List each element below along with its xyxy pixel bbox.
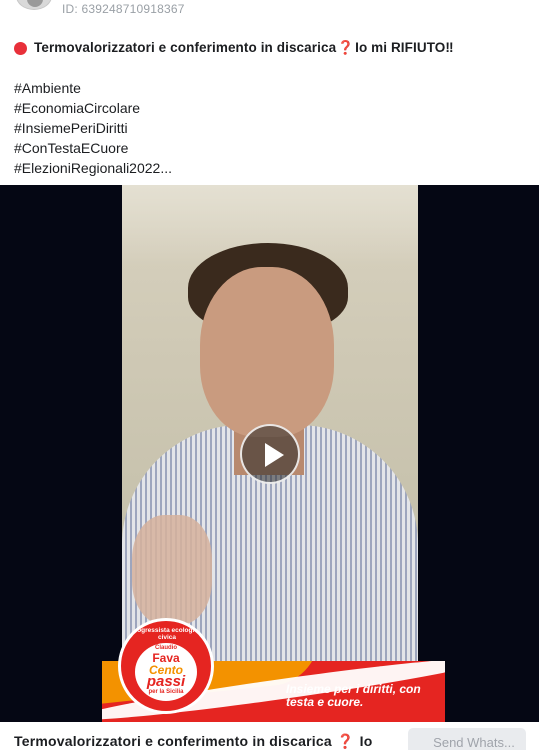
logo-passi: passi: [146, 673, 186, 690]
video-person-hand: [132, 515, 212, 625]
post-title-suffix: Io mi RIFIUTO‼: [355, 40, 454, 55]
hashtag-con-testa-e-cuore[interactable]: #ConTestaECuore: [14, 138, 529, 158]
bottom-title-text: Termovalorizzatori e conferimento in dis…: [14, 733, 332, 749]
post-title: Termovalorizzatori e conferimento in dis…: [14, 38, 529, 58]
question-mark-icon: ❓: [336, 733, 355, 749]
avatar[interactable]: [16, 0, 52, 10]
logo-arc-text: Progressista ecologista civica: [130, 627, 204, 641]
logo-sicilia: per la Sicilia: [148, 689, 184, 695]
red-circle-icon: [14, 41, 27, 55]
hashtag-ambiente[interactable]: #Ambiente: [14, 78, 529, 98]
post-title-text: Termovalorizzatori e conferimento in dis…: [34, 40, 337, 55]
bottom-title-suffix: Io: [359, 733, 373, 749]
hashtag-elezioni-regionali[interactable]: #ElezioniRegionali2022...: [14, 158, 529, 178]
campaign-logo: Progressista ecologista civica Claudio F…: [118, 618, 214, 714]
question-mark-icon: ❓: [337, 40, 355, 55]
hashtag-economia-circolare[interactable]: #EconomiaCircolare: [14, 98, 529, 118]
send-whatsapp-button[interactable]: Send Whats...: [408, 728, 526, 750]
video-player[interactable]: Insieme per i diritti, con testa e cuore…: [0, 185, 539, 722]
logo-inner-circle: Claudio Fava Cento passi per la Sicilia: [135, 643, 197, 701]
video-person-face: [200, 267, 334, 437]
hashtag-list: #Ambiente #EconomiaCircolare #InsiemePer…: [14, 78, 529, 178]
play-icon[interactable]: [240, 424, 300, 484]
post-text: Termovalorizzatori e conferimento in dis…: [14, 38, 529, 178]
hashtag-insieme-peri-diritti[interactable]: #InsiemePeriDiritti: [14, 118, 529, 138]
post-id: ID: 639248710918367: [62, 2, 185, 16]
banner-slogan: Insieme per i diritti, con testa e cuore…: [286, 682, 421, 709]
bottom-bar: Termovalorizzatori e conferimento in dis…: [0, 722, 539, 750]
post-header: ID: 639248710918367: [0, 0, 539, 24]
bottom-title: Termovalorizzatori e conferimento in dis…: [14, 733, 404, 750]
